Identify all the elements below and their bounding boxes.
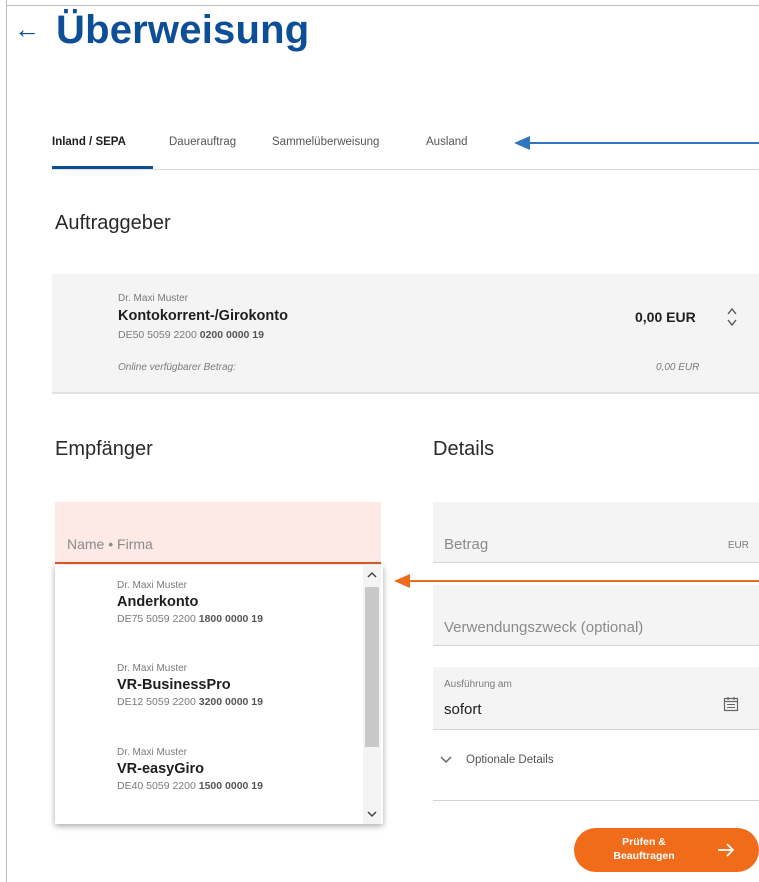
payer-iban: DE50 5059 2200 0200 0000 19 bbox=[118, 329, 264, 341]
tab-inland-sepa[interactable]: Inland / SEPA bbox=[52, 136, 126, 148]
annotation-arrow-blue bbox=[528, 142, 759, 144]
transfer-tabs: Inland / SEPA Dauerauftrag Sammelüberwei… bbox=[52, 128, 759, 170]
purpose-input[interactable]: Verwendungszweck (optional) bbox=[433, 585, 759, 646]
suggestion-iban-prefix: DE75 5059 2200 bbox=[117, 613, 199, 625]
page-title: Überweisung bbox=[56, 8, 310, 52]
recipient-name-placeholder: Name • Firma bbox=[67, 536, 153, 552]
suggestion-account-name: VR-BusinessPro bbox=[117, 677, 231, 693]
annotation-arrow-orange-head bbox=[394, 574, 410, 588]
payer-iban-prefix: DE50 5059 2200 bbox=[118, 329, 200, 341]
suggestion-item-vr-businesspro[interactable]: Dr. Maxi Muster VR-BusinessPro DE12 5059… bbox=[117, 663, 367, 708]
active-tab-indicator bbox=[52, 166, 153, 169]
suggestion-iban: DE75 5059 2200 1800 0000 19 bbox=[117, 613, 367, 625]
tab-dauerauftrag[interactable]: Dauerauftrag bbox=[169, 136, 236, 148]
payer-available-label: Online verfügbarer Betrag: bbox=[118, 362, 236, 373]
suggestion-iban: DE12 5059 2200 3200 0000 19 bbox=[117, 696, 367, 708]
payer-section-title: Auftraggeber bbox=[55, 212, 171, 234]
amount-currency: EUR bbox=[727, 540, 749, 551]
suggestion-holder: Dr. Maxi Muster bbox=[117, 747, 188, 758]
back-arrow-icon[interactable]: ← bbox=[14, 14, 40, 44]
suggestion-account-name: Anderkonto bbox=[117, 594, 199, 610]
scroll-down-icon[interactable] bbox=[366, 808, 378, 820]
payer-balance: 0,00 EUR bbox=[635, 309, 696, 325]
dropdown-scrollbar[interactable] bbox=[363, 565, 381, 824]
execution-date-label: Ausführung am bbox=[444, 679, 512, 690]
payer-iban-suffix: 0200 0000 19 bbox=[199, 329, 264, 341]
frame-left-border bbox=[6, 0, 7, 882]
purpose-placeholder: Verwendungszweck (optional) bbox=[444, 619, 644, 636]
check-and-submit-button[interactable]: Prüfen & Beauftragen bbox=[574, 828, 759, 872]
optional-details-toggle[interactable]: Optionale Details bbox=[440, 754, 554, 766]
recipient-name-input[interactable]: Name • Firma bbox=[55, 502, 381, 564]
suggestion-iban-suffix: 3200 0000 19 bbox=[198, 696, 263, 708]
amount-placeholder: Betrag bbox=[444, 536, 489, 553]
suggestion-iban-prefix: DE12 5059 2200 bbox=[117, 696, 199, 708]
tab-sammelueberweisung[interactable]: Sammelüberweisung bbox=[272, 136, 379, 148]
payer-account-card[interactable]: Dr. Maxi Muster Kontokorrent-/Girokonto … bbox=[52, 274, 759, 394]
scroll-up-icon[interactable] bbox=[366, 569, 378, 581]
details-section-title: Details bbox=[433, 438, 495, 460]
recipient-suggestions-dropdown: Dr. Maxi Muster Anderkonto DE75 5059 220… bbox=[55, 565, 383, 824]
suggestion-iban-suffix: 1800 0000 19 bbox=[198, 613, 263, 625]
suggestion-iban-prefix: DE40 5059 2200 bbox=[117, 780, 199, 792]
payer-account-name: Kontokorrent-/Girokonto bbox=[118, 308, 288, 324]
suggestion-iban: DE40 5059 2200 1500 0000 19 bbox=[117, 780, 367, 792]
suggestion-account-name: VR-easyGiro bbox=[117, 761, 205, 777]
payer-available-value: 0,00 EUR bbox=[656, 362, 700, 373]
annotation-arrow-orange bbox=[410, 580, 759, 582]
scrollbar-thumb[interactable] bbox=[365, 587, 379, 747]
chevron-up-down-icon[interactable] bbox=[724, 304, 740, 330]
payer-holder: Dr. Maxi Muster bbox=[118, 293, 189, 304]
chevron-down-icon bbox=[440, 756, 452, 764]
suggestion-holder: Dr. Maxi Muster bbox=[117, 663, 188, 674]
tab-ausland[interactable]: Ausland bbox=[426, 136, 468, 148]
submit-label: Prüfen & Beauftragen bbox=[613, 836, 675, 862]
recipient-section-title: Empfänger bbox=[55, 438, 153, 460]
suggestion-item-vr-easygiro[interactable]: Dr. Maxi Muster VR-easyGiro DE40 5059 22… bbox=[117, 747, 367, 792]
optional-details-label: Optionale Details bbox=[466, 754, 554, 766]
suggestion-holder: Dr. Maxi Muster bbox=[117, 580, 188, 591]
frame-top-border bbox=[6, 5, 759, 6]
details-divider bbox=[433, 800, 759, 801]
suggestion-iban-suffix: 1500 0000 19 bbox=[198, 780, 263, 792]
execution-date-value: sofort bbox=[444, 701, 482, 718]
suggestion-item-anderkonto[interactable]: Dr. Maxi Muster Anderkonto DE75 5059 220… bbox=[117, 580, 367, 625]
arrow-right-icon bbox=[718, 843, 735, 857]
amount-input[interactable]: Betrag EUR bbox=[433, 502, 759, 563]
execution-date-field[interactable]: Ausführung am sofort bbox=[433, 667, 759, 730]
calendar-icon[interactable] bbox=[723, 696, 739, 712]
